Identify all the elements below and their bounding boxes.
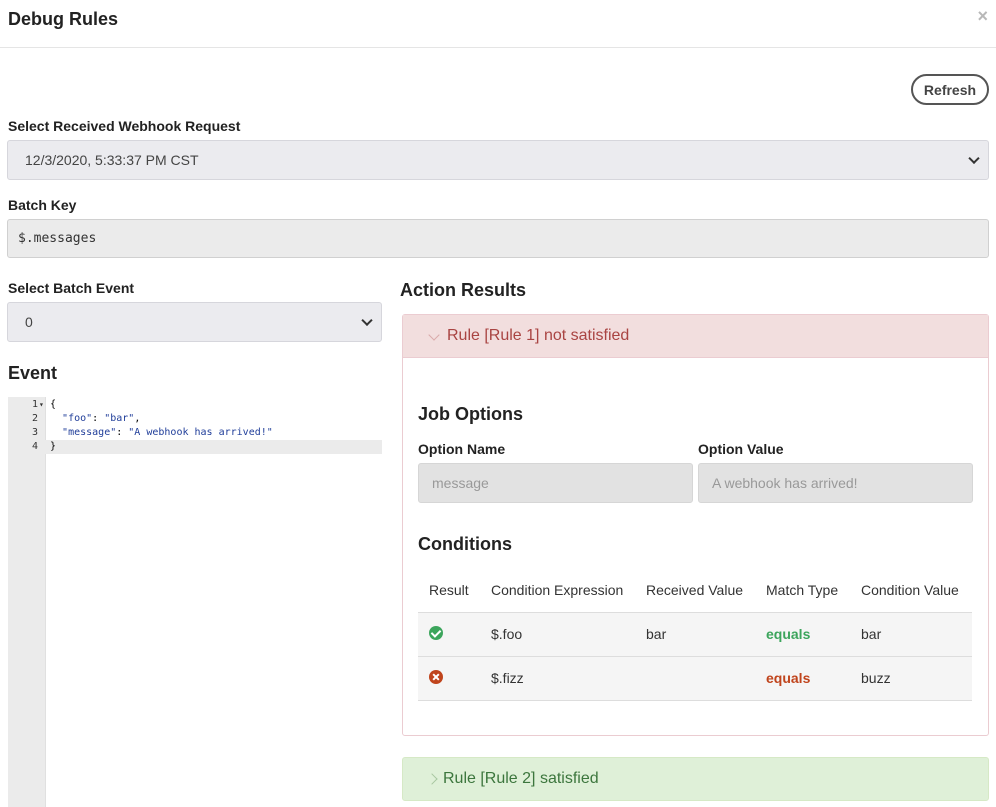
result-cell bbox=[418, 656, 491, 701]
rule-2-panel[interactable]: Rule [Rule 2] satisfied bbox=[402, 757, 989, 801]
rule-1-header[interactable]: Rule [Rule 1] not satisfied bbox=[403, 315, 988, 358]
json-key: "foo" bbox=[62, 413, 93, 424]
batch-event-value: 0 bbox=[25, 314, 33, 330]
conditions-title: Conditions bbox=[418, 534, 512, 554]
editor-gutter bbox=[8, 397, 46, 807]
chevron-down-icon bbox=[968, 152, 980, 165]
batch-key-input[interactable]: $.messages bbox=[7, 219, 989, 258]
column-header-match-type: Match Type bbox=[766, 568, 861, 613]
result-cell bbox=[418, 612, 491, 657]
modal-title: Debug Rules bbox=[8, 9, 119, 29]
line-number: 1 bbox=[31, 399, 38, 410]
job-options-title: Job Options bbox=[418, 404, 523, 424]
chevron-right-icon bbox=[426, 773, 438, 785]
line-number: 2 bbox=[31, 413, 38, 424]
code-line: 2 "foo": "bar", bbox=[8, 412, 382, 426]
chevron-down-icon bbox=[428, 329, 440, 341]
code-text: { bbox=[50, 399, 57, 410]
code-text: "foo": "bar", bbox=[62, 413, 141, 424]
expression-cell: $.fizz bbox=[491, 656, 646, 701]
received-cell: bar bbox=[646, 612, 766, 657]
line-number: 4 bbox=[31, 441, 38, 452]
webhook-request-label: Select Received Webhook Request bbox=[8, 118, 241, 134]
column-header-result: Result bbox=[418, 568, 491, 613]
batch-key-label: Batch Key bbox=[8, 197, 77, 213]
option-value-label: Option Value bbox=[698, 441, 784, 457]
webhook-request-value: 12/3/2020, 5:33:37 PM CST bbox=[25, 152, 199, 168]
received-cell bbox=[646, 656, 766, 701]
check-circle-icon bbox=[429, 625, 443, 640]
rule-2-header-text: Rule [Rule 2] satisfied bbox=[443, 770, 599, 787]
event-code-editor[interactable]: 1 ▾ { 2 "foo": "bar", 3 "message": "A we… bbox=[8, 397, 382, 807]
table-row: $.fizz equals buzz bbox=[418, 656, 972, 701]
option-value-field: A webhook has arrived! bbox=[698, 463, 973, 503]
table-header-row: Result Condition Expression Received Val… bbox=[418, 568, 972, 613]
column-header-received: Received Value bbox=[646, 568, 766, 613]
fold-caret-icon[interactable]: ▾ bbox=[39, 398, 44, 412]
match-type-cell: equals bbox=[766, 656, 861, 701]
code-line: 3 "message": "A webhook has arrived!" bbox=[8, 426, 382, 440]
conditions-table: Result Condition Expression Received Val… bbox=[418, 568, 972, 701]
expression-cell: $.foo bbox=[491, 612, 646, 657]
json-comma: , bbox=[134, 413, 141, 424]
column-header-expression: Condition Expression bbox=[491, 568, 646, 613]
code-line-active: 4 } bbox=[8, 440, 382, 454]
column-header-condition-value: Condition Value bbox=[861, 568, 972, 613]
condition-value-cell: bar bbox=[861, 612, 972, 657]
option-name-label: Option Name bbox=[418, 441, 506, 457]
batch-event-label: Select Batch Event bbox=[8, 280, 135, 296]
rule-1-header-text: Rule [Rule 1] not satisfied bbox=[447, 327, 630, 344]
line-number: 3 bbox=[31, 427, 38, 438]
modal-header: Debug Rules × bbox=[0, 0, 996, 48]
table-row: $.foo bar equals bar bbox=[418, 612, 972, 657]
batch-event-select[interactable]: 0 bbox=[7, 302, 382, 342]
json-value: "A webhook has arrived!" bbox=[128, 427, 273, 438]
close-icon[interactable]: × bbox=[977, 6, 988, 27]
json-key: "message" bbox=[62, 427, 117, 438]
match-type-cell: equals bbox=[766, 612, 861, 657]
event-title: Event bbox=[8, 363, 58, 383]
code-text: "message": "A webhook has arrived!" bbox=[62, 427, 273, 438]
option-name-field: message bbox=[418, 463, 693, 503]
webhook-request-select[interactable]: 12/3/2020, 5:33:37 PM CST bbox=[7, 140, 989, 180]
code-line: 1 ▾ { bbox=[8, 398, 382, 412]
chevron-down-icon bbox=[361, 314, 373, 327]
json-value: "bar" bbox=[104, 413, 135, 424]
action-results-title: Action Results bbox=[400, 280, 527, 300]
times-circle-icon bbox=[429, 669, 443, 684]
refresh-button[interactable]: Refresh bbox=[911, 74, 989, 105]
condition-value-cell: buzz bbox=[861, 656, 972, 701]
code-text: } bbox=[50, 441, 57, 452]
